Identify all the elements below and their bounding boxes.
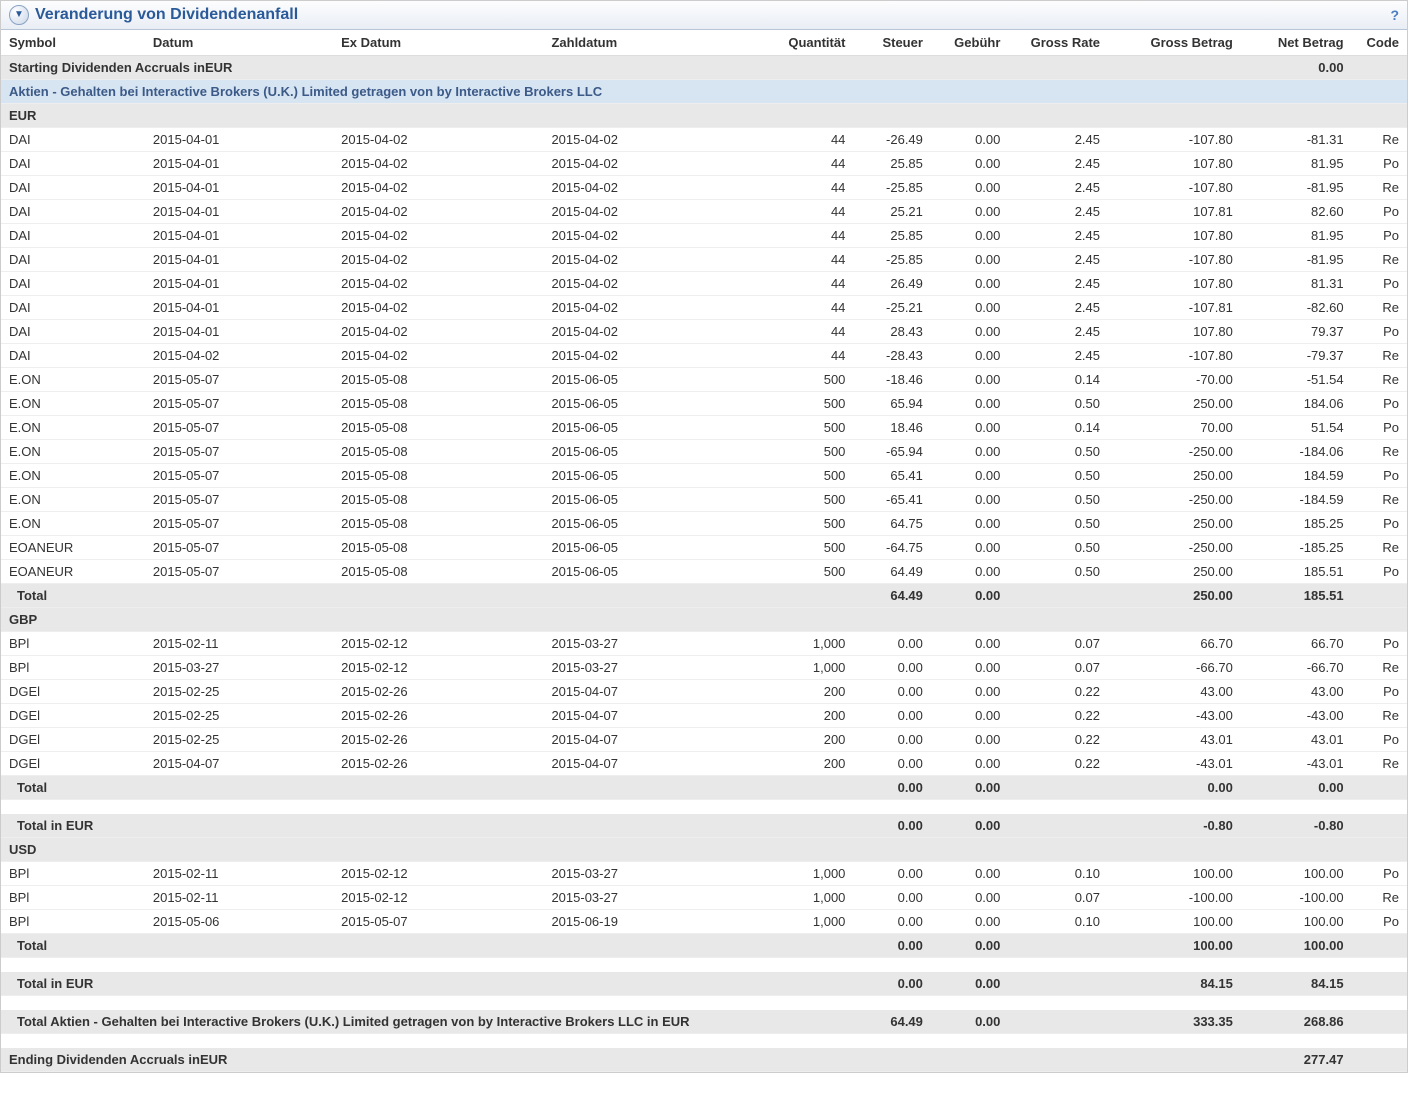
table-row: DGEl2015-02-252015-02-262015-04-072000.0…: [1, 704, 1407, 728]
panel-header: ▼ Veranderung von Dividendenanfall ?: [1, 1, 1407, 30]
col-exdate: Ex Datum: [333, 30, 543, 56]
usd-total-eur: Total in EUR0.000.0084.1584.15: [1, 972, 1407, 996]
table-row: BPl2015-02-112015-02-122015-03-271,0000.…: [1, 886, 1407, 910]
gbp-total: Total0.000.000.000.00: [1, 776, 1407, 800]
collapse-icon[interactable]: ▼: [9, 5, 29, 25]
table-row: EOANEUR2015-05-072015-05-082015-06-05500…: [1, 560, 1407, 584]
col-qty: Quantität: [754, 30, 854, 56]
table-row: DAI2015-04-012015-04-022015-04-024425.85…: [1, 152, 1407, 176]
table-row: E.ON2015-05-072015-05-082015-06-05500-65…: [1, 440, 1407, 464]
table-row: BPl2015-05-062015-05-072015-06-191,0000.…: [1, 910, 1407, 934]
col-date: Datum: [145, 30, 333, 56]
table-row: E.ON2015-05-072015-05-082015-06-05500-65…: [1, 488, 1407, 512]
usd-total: Total0.000.00100.00100.00: [1, 934, 1407, 958]
col-fee: Gebühr: [931, 30, 1008, 56]
table-row: E.ON2015-05-072015-05-082015-06-0550065.…: [1, 464, 1407, 488]
starting-row: Starting Dividenden Accruals inEUR0.00: [1, 56, 1407, 80]
spacer: [1, 996, 1407, 1011]
table-row: DGEl2015-02-252015-02-262015-04-072000.0…: [1, 680, 1407, 704]
col-code: Code: [1352, 30, 1407, 56]
table-row: DAI2015-04-012015-04-022015-04-0244-25.8…: [1, 248, 1407, 272]
gbp-total-eur: Total in EUR0.000.00-0.80-0.80: [1, 814, 1407, 838]
dividend-accrual-panel: ▼ Veranderung von Dividendenanfall ? Sym…: [0, 0, 1408, 1073]
col-symbol: Symbol: [1, 30, 145, 56]
grand-total: Total Aktien - Gehalten bei Interactive …: [1, 1010, 1407, 1034]
col-gamt: Gross Betrag: [1108, 30, 1241, 56]
table-row: BPl2015-02-112015-02-122015-03-271,0000.…: [1, 862, 1407, 886]
table-row: DGEl2015-04-072015-02-262015-04-072000.0…: [1, 752, 1407, 776]
spacer: [1, 1034, 1407, 1049]
spacer: [1, 800, 1407, 815]
table-row: DAI2015-04-012015-04-022015-04-0244-25.2…: [1, 296, 1407, 320]
table-row: E.ON2015-05-072015-05-082015-06-05500-18…: [1, 368, 1407, 392]
col-tax: Steuer: [853, 30, 930, 56]
table-row: BPl2015-03-272015-02-122015-03-271,0000.…: [1, 656, 1407, 680]
currency-usd: USD: [1, 838, 1407, 862]
col-paydate: Zahldatum: [543, 30, 753, 56]
currency-gbp: GBP: [1, 608, 1407, 632]
table-row: EOANEUR2015-05-072015-05-082015-06-05500…: [1, 536, 1407, 560]
panel-title: Veranderung von Dividendenanfall: [35, 6, 298, 24]
table-row: E.ON2015-05-072015-05-082015-06-0550064.…: [1, 512, 1407, 536]
eur-total: Total64.490.00250.00185.51: [1, 584, 1407, 608]
col-grate: Gross Rate: [1008, 30, 1108, 56]
ending-row: Ending Dividenden Accruals inEUR277.47: [1, 1048, 1407, 1072]
section-row: Aktien - Gehalten bei Interactive Broker…: [1, 80, 1407, 104]
table-row: DAI2015-04-012015-04-022015-04-024428.43…: [1, 320, 1407, 344]
table-row: DAI2015-04-012015-04-022015-04-024426.49…: [1, 272, 1407, 296]
spacer: [1, 958, 1407, 973]
table-row: E.ON2015-05-072015-05-082015-06-0550065.…: [1, 392, 1407, 416]
currency-eur: EUR: [1, 104, 1407, 128]
table-row: DAI2015-04-022015-04-022015-04-0244-28.4…: [1, 344, 1407, 368]
table-row: DAI2015-04-012015-04-022015-04-0244-26.4…: [1, 128, 1407, 152]
help-icon[interactable]: ?: [1390, 7, 1399, 23]
table-row: DAI2015-04-012015-04-022015-04-024425.21…: [1, 200, 1407, 224]
col-namt: Net Betrag: [1241, 30, 1352, 56]
table-row: DAI2015-04-012015-04-022015-04-024425.85…: [1, 224, 1407, 248]
dividend-table: Symbol Datum Ex Datum Zahldatum Quantitä…: [1, 30, 1407, 1072]
table-row: BPl2015-02-112015-02-122015-03-271,0000.…: [1, 632, 1407, 656]
table-row: DAI2015-04-012015-04-022015-04-0244-25.8…: [1, 176, 1407, 200]
table-row: E.ON2015-05-072015-05-082015-06-0550018.…: [1, 416, 1407, 440]
table-header: Symbol Datum Ex Datum Zahldatum Quantitä…: [1, 30, 1407, 56]
table-row: DGEl2015-02-252015-02-262015-04-072000.0…: [1, 728, 1407, 752]
